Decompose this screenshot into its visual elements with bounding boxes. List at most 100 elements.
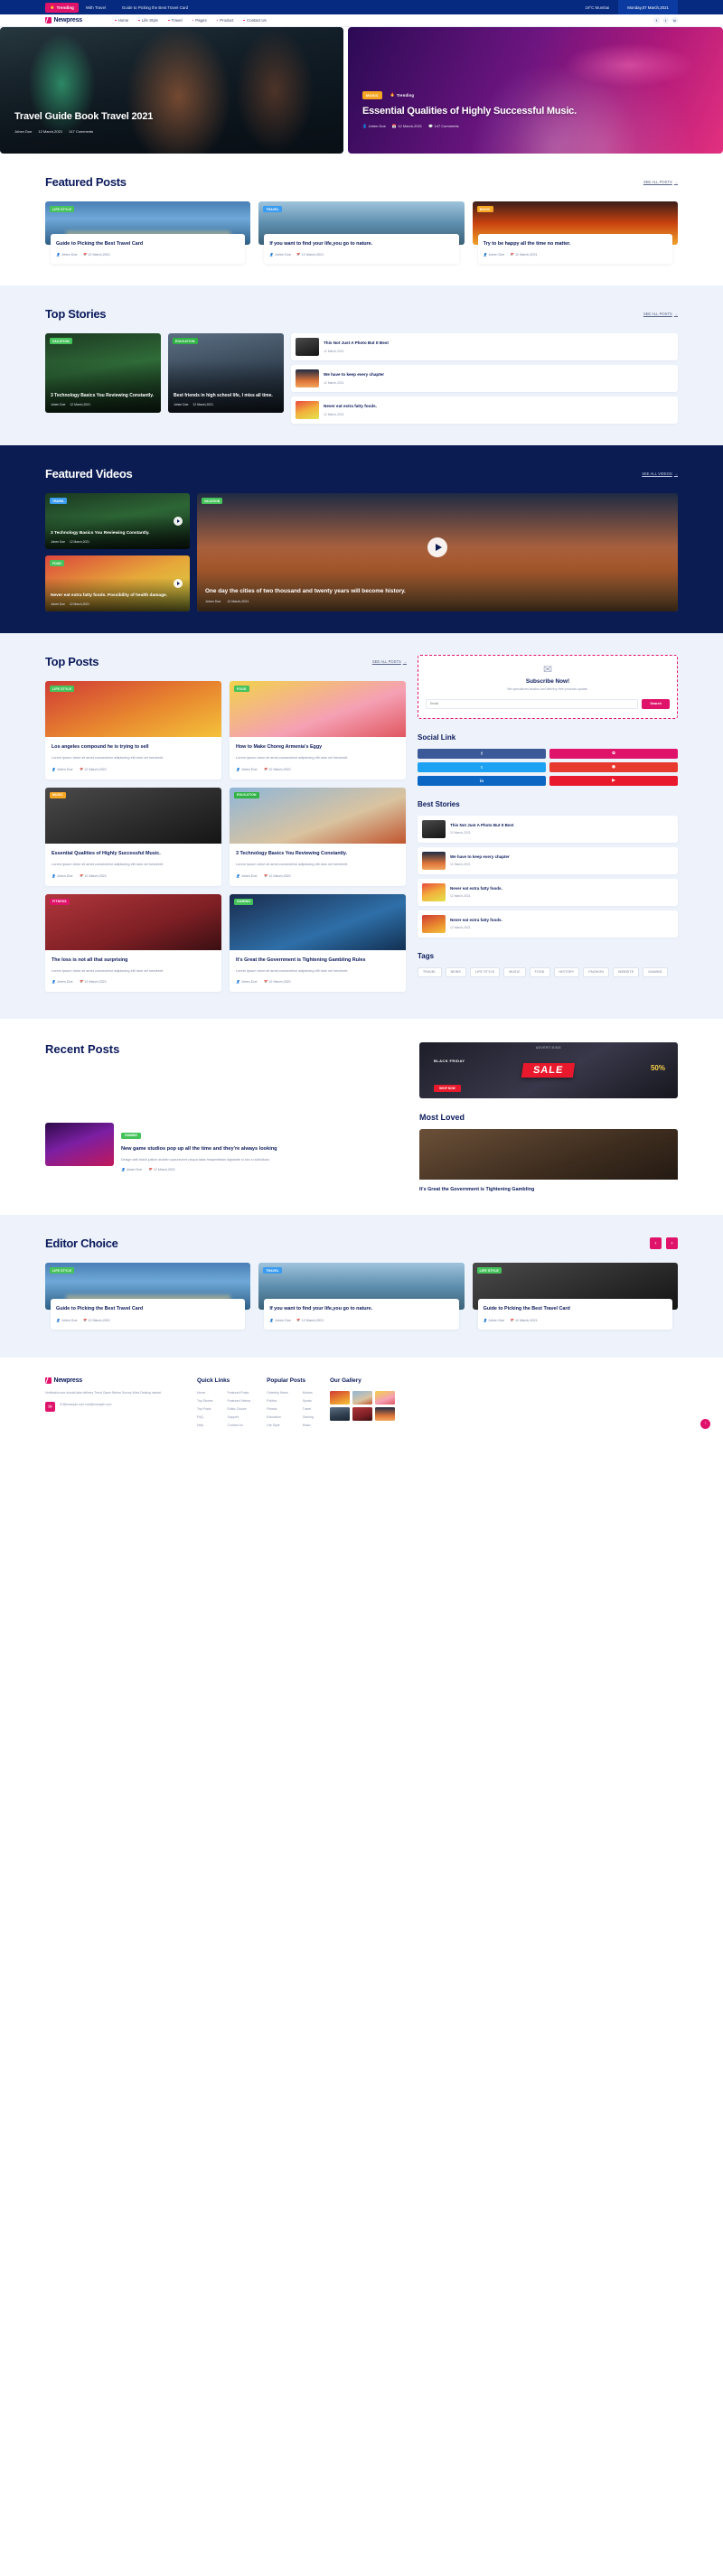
linkedin-tile[interactable]: in <box>418 775 546 786</box>
top-post-card[interactable]: EDUCATION 3 Technology Basics You Review… <box>230 787 406 886</box>
top-post-card[interactable]: LIFE STYLE Los angeles compound he is tr… <box>45 681 221 779</box>
most-loved-card[interactable]: It's Great the Government is Tightening … <box>419 1129 678 1193</box>
gallery-thumb[interactable] <box>374 1390 395 1405</box>
site-logo[interactable]: Newpress <box>45 17 82 23</box>
category-label[interactable]: FITNESS <box>50 898 70 905</box>
trending-badge[interactable]: 🔥 Trending <box>45 2 79 13</box>
best-story-item[interactable]: This Not Just A Photo But It Best 12 Marc… <box>418 815 678 843</box>
linkedin-icon[interactable]: in <box>671 17 678 23</box>
subscribe-button[interactable]: Search <box>642 698 670 709</box>
tag[interactable]: TRAVEL <box>418 966 442 977</box>
carousel-prev-button[interactable]: ‹ <box>650 1237 662 1250</box>
footer-logo[interactable]: Newpress <box>45 1377 181 1384</box>
video-card[interactable]: FOOD Never eat extra fatty foods. Possib… <box>45 555 190 612</box>
footer-link[interactable]: Celebrity News <box>267 1391 288 1395</box>
footer-link[interactable]: Home <box>197 1391 213 1395</box>
category-label[interactable]: LIFE STYLE <box>50 1267 75 1274</box>
footer-link[interactable]: Fitness <box>267 1407 288 1411</box>
subscribe-email-input[interactable] <box>426 698 639 709</box>
facebook-icon[interactable]: f <box>653 17 660 23</box>
see-all-posts-link[interactable]: SEE ALL POSTS → <box>643 180 678 184</box>
nav-link-pages[interactable]: Pages <box>192 18 207 23</box>
tag[interactable]: GAMING <box>643 966 668 977</box>
category-label[interactable]: FOOD <box>234 686 249 693</box>
top-post-card[interactable]: MUSIC Essential Qualities of Highly Succ… <box>45 787 221 886</box>
play-button-icon[interactable] <box>174 579 183 589</box>
editor-choice-card[interactable]: LIFE STYLE Guide to Picking the Best Tra… <box>472 1263 678 1330</box>
footer-link[interactable]: Support <box>228 1415 251 1419</box>
category-badge[interactable]: MUSIC <box>362 90 382 99</box>
featured-post-card[interactable]: TRAVEL If you want to find your life,you… <box>258 201 465 265</box>
category-label[interactable]: GAMING <box>121 1132 141 1139</box>
nav-link-product[interactable]: Product <box>216 18 233 23</box>
best-story-item[interactable]: Never eat extra fatty foods. 12 March,202… <box>418 910 678 938</box>
instagram-tile[interactable]: ✿ <box>549 748 678 759</box>
story-list-item[interactable]: This Not Just A Photo But It Best 12 Marc… <box>291 333 678 361</box>
twitter-icon[interactable]: t <box>662 17 669 23</box>
footer-link[interactable]: Life Style <box>267 1423 288 1427</box>
footer-link[interactable]: FAQ <box>197 1415 213 1419</box>
category-label[interactable]: LIFE STYLE <box>50 206 75 212</box>
twitter-tile[interactable]: t <box>418 761 546 772</box>
footer-link[interactable]: Featured Posts <box>228 1391 251 1395</box>
tag[interactable]: FASHION <box>583 966 610 977</box>
category-label[interactable]: MUSIC <box>50 791 66 798</box>
featured-post-card[interactable]: MUSIC Try to be happy all the time no ma… <box>472 201 678 265</box>
footer-link[interactable]: Movies <box>303 1391 314 1395</box>
footer-link[interactable]: Help <box>197 1423 213 1427</box>
footer-link[interactable]: Sports <box>303 1399 314 1403</box>
gallery-thumb[interactable] <box>352 1406 372 1421</box>
category-label[interactable]: FOOD <box>50 560 64 567</box>
category-label[interactable]: TRAVEL <box>263 1267 282 1274</box>
see-all-posts-link[interactable]: SEE ALL POSTS → <box>372 659 407 664</box>
carousel-next-button[interactable]: › <box>666 1237 678 1250</box>
category-label[interactable]: MUSIC <box>476 206 493 212</box>
footer-link[interactable]: Gaming <box>303 1415 314 1419</box>
nav-link-contact-us[interactable]: Contact Us <box>243 18 267 23</box>
tag[interactable]: NEWS <box>445 966 466 977</box>
category-label[interactable]: VACATION <box>202 498 223 505</box>
category-label[interactable]: TRAVEL <box>50 498 68 505</box>
facebook-tile[interactable]: f <box>418 748 546 759</box>
advertisement-banner[interactable]: ADVERTISING BLACK FRIDAY SALE 50% SHOP N… <box>419 1042 678 1099</box>
footer-link[interactable]: Top Posts <box>197 1407 213 1411</box>
hero-card-music[interactable]: MUSIC 🔥 Trending Essential Qualities of H… <box>348 27 723 154</box>
scroll-to-top-button[interactable]: ↑ <box>700 1418 710 1429</box>
editor-choice-card[interactable]: TRAVEL If you want to find your life,you… <box>258 1263 465 1330</box>
footer-link[interactable]: Featured Videos <box>228 1399 251 1403</box>
tag[interactable]: WEBSITE <box>613 966 640 977</box>
story-list-item[interactable]: Never eat extra fatty foods. 12 March,202… <box>291 397 678 425</box>
gallery-thumb[interactable] <box>329 1390 350 1405</box>
nav-link-travel[interactable]: Travel <box>167 18 183 23</box>
footer-link[interactable]: Politics <box>267 1399 288 1403</box>
gallery-thumb[interactable] <box>329 1406 350 1421</box>
tag[interactable]: HISTORY <box>553 966 580 977</box>
play-button-icon[interactable] <box>427 537 447 558</box>
category-label[interactable]: LIFE STYLE <box>476 1267 502 1274</box>
recent-post-item[interactable]: GAMING New game studios pop up all the t… <box>45 1123 407 1171</box>
footer-link[interactable]: Education <box>267 1415 288 1419</box>
top-post-card[interactable]: FITNESS The loss is not all that surpris… <box>45 893 221 993</box>
footer-link[interactable]: Music <box>303 1423 314 1427</box>
footer-link[interactable]: Contact Us <box>228 1423 251 1427</box>
footer-link[interactable]: Editor Choice <box>228 1407 251 1411</box>
category-label[interactable]: GAMING <box>234 898 254 905</box>
play-button-icon[interactable] <box>174 517 183 527</box>
nav-link-home[interactable]: Home <box>114 18 128 23</box>
category-label[interactable]: TRAVEL <box>263 206 282 212</box>
pinterest-tile[interactable]: ◉ <box>549 761 678 772</box>
see-all-videos-link[interactable]: SEE ALL VIDEOS → <box>642 471 678 476</box>
top-story-card[interactable]: EDUCATION Best friends in high school li… <box>168 333 284 414</box>
footer-link[interactable]: Travel <box>303 1407 314 1411</box>
footer-link[interactable]: Top Stories <box>197 1399 213 1403</box>
top-story-card[interactable]: VACATION 3 Technology Basics You Reviewi… <box>45 333 161 414</box>
tag[interactable]: FOOD <box>529 966 550 977</box>
story-list-item[interactable]: We have to keep every chapter 12 March,20… <box>291 365 678 393</box>
featured-post-card[interactable]: LIFE STYLE Guide to Picking the Best Tra… <box>45 201 251 265</box>
featured-video-main[interactable]: VACATION One day the cities of two thous… <box>197 493 678 612</box>
ticker-item-1[interactable]: Guide to Picking the Best Travel Card <box>122 5 188 10</box>
see-all-posts-link[interactable]: SEE ALL POSTS → <box>643 312 678 316</box>
top-post-card[interactable]: GAMING It's Great the Government is Tigh… <box>230 893 406 993</box>
ticker-item-0[interactable]: With Travel <box>86 5 106 10</box>
best-story-item[interactable]: Never eat extra fatty foods. 12 March,202… <box>418 878 678 906</box>
